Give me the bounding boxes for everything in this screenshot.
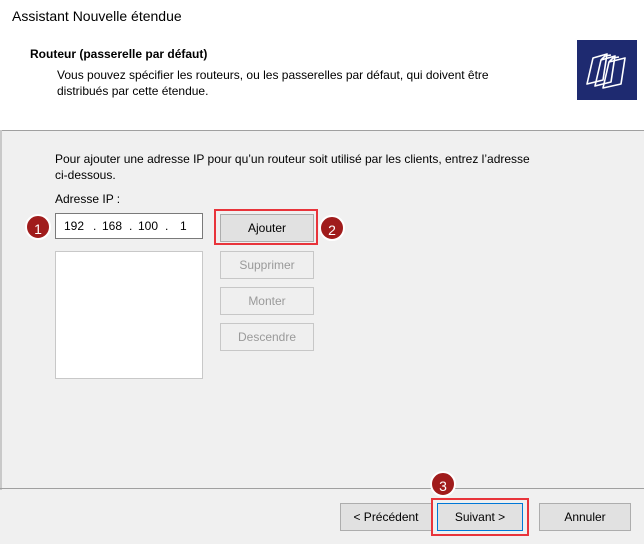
- ip-octet-2[interactable]: 168: [102, 219, 122, 233]
- step-badge-2: 2: [319, 215, 345, 241]
- page-title: Routeur (passerelle par défaut): [30, 47, 208, 61]
- window-edge: [0, 130, 2, 490]
- ip-address-label: Adresse IP :: [55, 192, 121, 206]
- router-list[interactable]: [55, 251, 203, 379]
- ip-octet-1[interactable]: 192: [64, 219, 84, 233]
- folders-icon: [577, 40, 637, 100]
- footer-divider: [0, 488, 644, 489]
- ip-dot: .: [129, 219, 133, 233]
- ip-dot: .: [93, 219, 97, 233]
- step-badge-1: 1: [25, 214, 51, 240]
- instruction-text: Pour ajouter une adresse IP pour qu’un r…: [55, 152, 530, 182]
- cancel-button[interactable]: Annuler: [539, 503, 631, 531]
- ip-octet-3[interactable]: 100: [138, 219, 158, 233]
- window-title: Assistant Nouvelle étendue: [12, 8, 182, 24]
- ip-octet-4[interactable]: 1: [180, 219, 187, 233]
- ip-address-input[interactable]: 192 . 168 . 100 . 1: [55, 213, 243, 239]
- page-description: Vous pouvez spécifier les routeurs, ou l…: [57, 68, 489, 98]
- highlight-add-button: [214, 209, 318, 245]
- remove-button[interactable]: Supprimer: [220, 251, 314, 279]
- title-bar: Assistant Nouvelle étendue: [0, 0, 644, 34]
- highlight-next-button: [431, 498, 529, 536]
- wizard-header: Routeur (passerelle par défaut) Vous pou…: [0, 34, 644, 131]
- previous-button[interactable]: < Précédent: [340, 503, 432, 531]
- move-down-button[interactable]: Descendre: [220, 323, 314, 351]
- ip-dot: .: [165, 219, 169, 233]
- step-badge-3: 3: [430, 471, 456, 497]
- move-up-button[interactable]: Monter: [220, 287, 314, 315]
